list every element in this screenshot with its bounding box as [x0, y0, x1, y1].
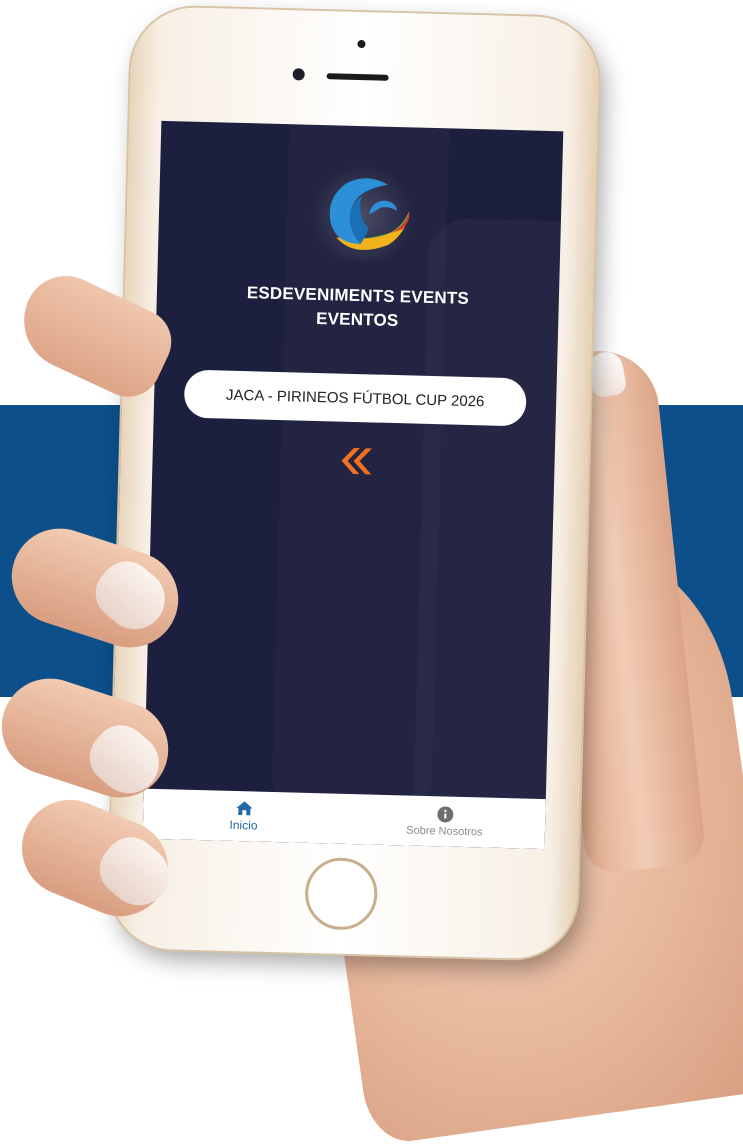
- home-button[interactable]: [304, 856, 379, 931]
- double-chevron-left-icon[interactable]: [335, 444, 376, 479]
- app-screen: ESDEVENIMENTS EVENTS EVENTOS JACA - PIRI…: [142, 120, 564, 850]
- tab-label: Inicio: [229, 817, 258, 833]
- tab-label: Sobre Nosotros: [406, 823, 483, 838]
- event-button-jaca-pirineos[interactable]: JACA - PIRINEOS FÚTBOL CUP 2026: [183, 369, 527, 427]
- phone-device: ESDEVENIMENTS EVENTS EVENTOS JACA - PIRI…: [107, 6, 601, 960]
- home-icon: [235, 800, 252, 815]
- info-icon: [436, 805, 453, 822]
- phone-sensor: [357, 39, 366, 49]
- phone-camera: [292, 68, 305, 81]
- esdeveniments-logo-icon: [309, 164, 414, 264]
- bottom-tab-bar: Inicio Sobre Nosotros: [142, 788, 546, 850]
- tab-sobre-nosotros[interactable]: Sobre Nosotros: [344, 794, 546, 849]
- phone-speaker: [326, 73, 389, 81]
- tab-inicio[interactable]: Inicio: [143, 789, 345, 844]
